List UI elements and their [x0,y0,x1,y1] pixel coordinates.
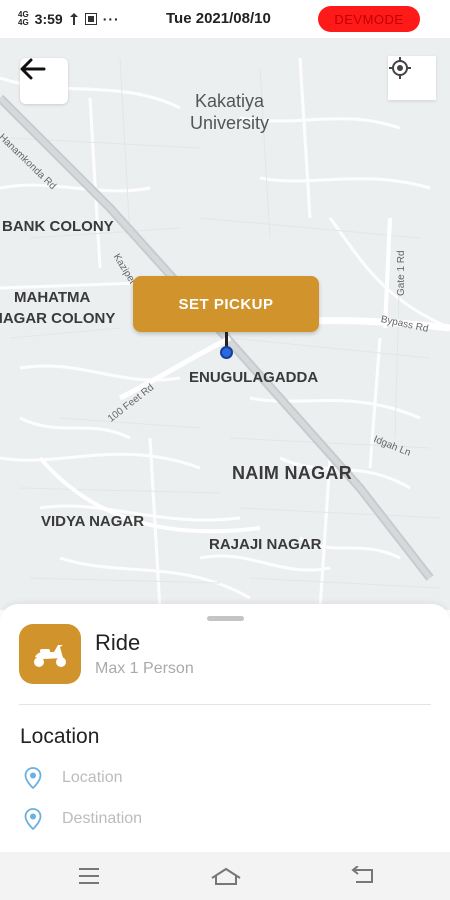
devmode-badge: DEVMODE [318,6,420,32]
divider [19,704,431,705]
arrow-left-icon [20,58,46,80]
status-time: 3:59 [34,11,63,27]
crosshair-icon [389,57,411,79]
map-label-mahatma: MAHATMA [14,289,91,306]
set-pickup-button[interactable]: SET PICKUP [133,276,319,332]
pickup-location-field[interactable]: Location [20,765,123,791]
app-notification-icon [84,13,97,25]
map-label-vidya-nagar: VIDYA NAGAR [41,513,145,530]
destination-field[interactable]: Destination [20,806,142,832]
map-label-bank-colony: BANK COLONY [2,218,114,235]
network-indicator: 4G 4G [18,10,29,27]
map-label-rajaji-nagar: RAJAJI NAGAR [209,536,322,553]
more-notifications: ··· [102,11,120,27]
pickup-pin-icon [220,346,233,359]
map-label-university-line2: University [190,113,270,133]
map-label-enugulagadda: ENUGULAGADDA [189,369,319,386]
status-bar: 4G 4G 3:59 ··· Tue 2021/08/10 DEVMODE [0,0,450,38]
back-nav-icon[interactable] [350,866,376,886]
status-left: 4G 4G 3:59 ··· [18,10,120,28]
map-road-gate: Gate 1 Rd [396,250,407,296]
status-date: Tue 2021/08/10 [166,10,271,27]
map-view[interactable]: Kakatiya University BANK COLONY MAHATMA N… [0,38,450,610]
home-icon[interactable] [210,866,242,886]
system-nav-bar [0,852,450,900]
menu-icon[interactable] [78,866,100,886]
map-label-nagar-colony: NAGAR COLONY [0,310,116,327]
signal-icon [69,13,78,25]
ride-title: Ride [95,630,141,655]
ride-bottom-sheet: Ride Max 1 Person Location Location Dest… [0,604,450,852]
map-label-university: Kakatiya University [190,90,269,134]
ride-type-button[interactable] [19,624,81,684]
destination-pin-icon [20,806,46,832]
back-button[interactable] [20,58,68,104]
my-location-button[interactable] [388,56,436,100]
scooter-icon [34,645,66,667]
map-label-naim-nagar: NAIM NAGAR [232,463,352,483]
destination-placeholder: Destination [62,810,143,827]
location-pin-icon [20,765,46,791]
map-label-university-line1: Kakatiya [194,91,265,111]
sheet-drag-handle[interactable] [207,616,244,621]
pickup-location-placeholder: Location [62,769,123,786]
location-heading: Location [20,725,100,748]
ride-capacity: Max 1 Person [95,660,194,677]
